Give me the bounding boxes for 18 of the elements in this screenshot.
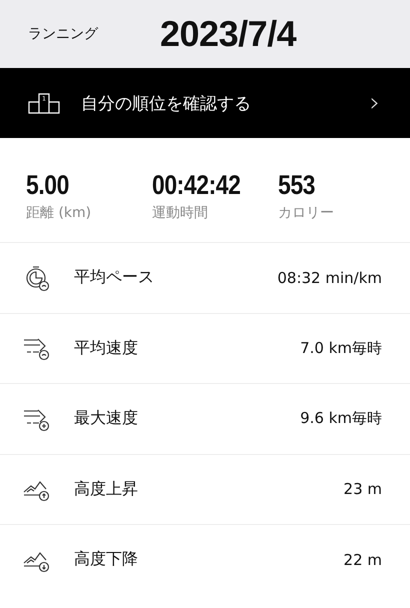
metric-value: 08:32 min/km (277, 268, 382, 287)
stat-label: 運動時間 (152, 204, 209, 222)
metric-label: 高度上昇 (74, 478, 139, 500)
metric-value: 22 m (344, 550, 382, 569)
metric-label: 平均ペース (74, 267, 155, 288)
stat-value: 00:42:42 (152, 170, 242, 200)
stat-label: 距離 (km) (26, 204, 92, 222)
stat-label: カロリー (278, 204, 335, 222)
metric-label: 高度下降 (74, 549, 139, 570)
metric-value: 7.0 km毎時 (300, 338, 382, 358)
activity-label: ランニング (28, 25, 100, 43)
metric-value: 23 m (344, 480, 382, 498)
metric-value: 9.6 km毎時 (300, 409, 382, 428)
stat-value: 553 (278, 170, 316, 200)
metric-label: 最大速度 (74, 408, 139, 430)
stat-value: 5.00 (26, 170, 70, 200)
metric-label: 平均速度 (74, 338, 139, 359)
workout-date: 2023/7/4 (160, 13, 296, 55)
